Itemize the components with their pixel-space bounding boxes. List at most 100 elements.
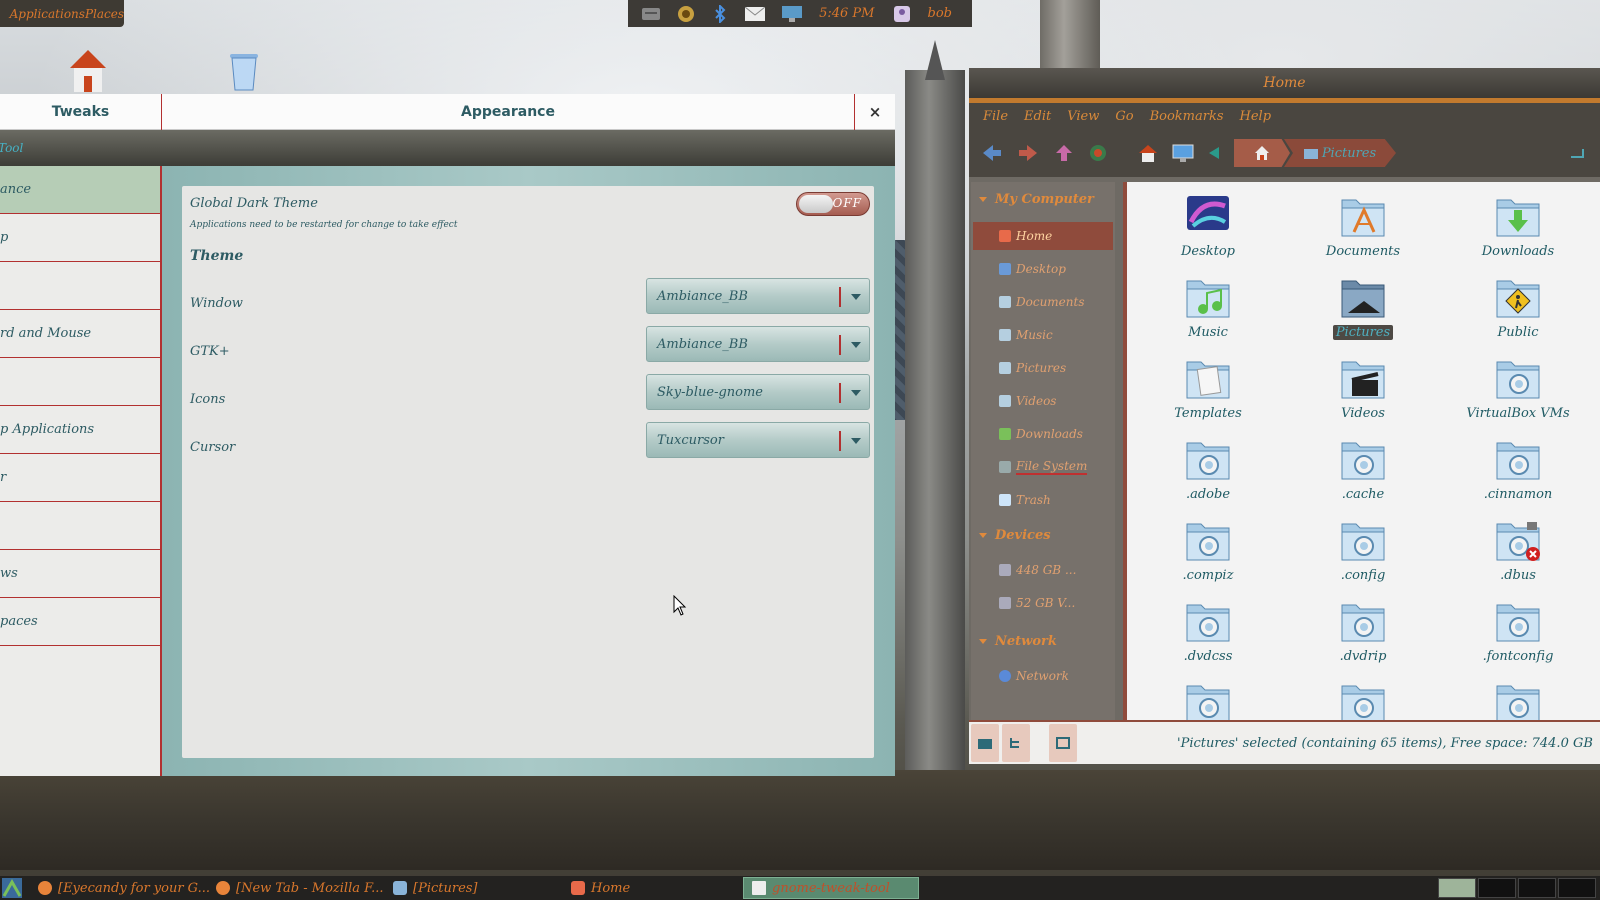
section-network[interactable]: Network [979,634,1057,649]
keyboard-icon[interactable] [642,5,660,23]
sidebar-item-appearance[interactable]: ance [0,166,160,214]
place-music[interactable]: Music [973,321,1113,349]
workspace-4[interactable] [1558,878,1596,898]
file-item[interactable] [1153,676,1263,720]
workspace-1[interactable] [1438,878,1476,898]
desktop-home-icon[interactable] [68,48,108,94]
show-tree-button[interactable] [1002,724,1030,762]
user-icon[interactable] [894,5,911,23]
place-pictures[interactable]: Pictures [973,354,1113,382]
window-theme-combo[interactable]: Ambiance_BB [646,278,870,314]
task-eyecandy[interactable]: [Eyecandy for your G... [38,878,210,898]
cursor-theme-combo[interactable]: Tuxcursor [646,422,870,458]
file-item[interactable]: .config [1308,514,1418,594]
path-toggle-icon[interactable] [1567,143,1589,163]
sound-icon[interactable] [677,5,695,23]
breadcrumb-home[interactable] [1234,139,1290,167]
file-item[interactable]: Public [1463,271,1573,351]
place-downloads[interactable]: Downloads [973,420,1113,448]
show-places-button[interactable] [971,724,999,762]
desktop-trash-icon[interactable] [226,48,262,92]
forward-icon[interactable] [1017,143,1039,163]
file-item[interactable]: Desktop [1153,190,1263,270]
menu-help[interactable]: Help [1240,109,1272,124]
place-home[interactable]: Home [973,222,1113,250]
file-item[interactable]: .dbus [1463,514,1573,594]
global-dark-theme-toggle[interactable]: OFF [796,192,870,216]
mail-icon[interactable] [745,5,766,23]
menu-launcher-icon[interactable] [2,878,22,898]
file-item[interactable] [1308,676,1418,720]
user-name[interactable]: bob [928,6,952,21]
file-item[interactable]: Templates [1153,352,1263,432]
home-icon[interactable] [1137,143,1159,163]
file-item[interactable]: .dvdcss [1153,595,1263,675]
back-icon[interactable] [981,143,1003,163]
place-documents[interactable]: Documents [973,288,1113,316]
file-item[interactable]: Videos [1308,352,1418,432]
applications-places-menu[interactable]: ApplicationsPlaces [0,0,124,27]
file-name: .compiz [1182,568,1234,583]
task-pictures[interactable]: [Pictures] [393,878,478,898]
workspace-3[interactable] [1518,878,1556,898]
toggle-knob [799,195,833,213]
place-device-52gb[interactable]: 52 GB V... [973,589,1113,617]
place-label: Downloads [1016,427,1083,441]
breadcrumb-pictures[interactable]: Pictures [1284,139,1396,167]
reload-icon[interactable] [1087,143,1109,163]
settings-folder-icon [1496,442,1540,480]
sidebar-item-extensions[interactable] [0,262,160,310]
close-button[interactable]: × [854,94,895,130]
menu-edit[interactable]: Edit [1024,109,1051,124]
menu-bookmarks[interactable]: Bookmarks [1150,109,1224,124]
file-item[interactable]: .cinnamon [1463,433,1573,513]
file-item[interactable]: Pictures [1308,271,1418,351]
sidebar-item-workspaces[interactable]: paces [0,598,160,646]
tweaks-content: Global Dark Theme Applications need to b… [162,166,895,776]
toggle-location-icon[interactable] [1205,143,1227,163]
place-file-system[interactable]: File System [973,453,1113,481]
sidebar-item-typing[interactable] [0,502,160,550]
computer-icon[interactable] [1172,143,1194,163]
section-my-computer[interactable]: My Computer [979,192,1094,207]
workspace-2[interactable] [1478,878,1516,898]
icons-theme-combo[interactable]: Sky-blue-gnome [646,374,870,410]
file-item[interactable]: .dvdrip [1308,595,1418,675]
clock[interactable]: 5:46 PM [819,6,874,21]
place-desktop[interactable]: Desktop [973,255,1113,283]
file-item[interactable] [1463,676,1573,720]
file-item[interactable]: .adobe [1153,433,1263,513]
sidebar-item-desktop[interactable]: p [0,214,160,262]
place-trash[interactable]: Trash [973,486,1113,514]
menu-file[interactable]: File [983,109,1008,124]
task-home[interactable]: Home [571,878,630,898]
file-item[interactable]: .compiz [1153,514,1263,594]
file-item[interactable]: .cache [1308,433,1418,513]
task-gnome-tweak-tool[interactable]: gnome-tweak-tool [743,877,919,899]
sidebar-item-windows[interactable]: ws [0,550,160,598]
file-item[interactable]: Downloads [1463,190,1573,270]
place-label: Pictures [1016,361,1067,375]
place-network[interactable]: Network [973,662,1113,690]
sidebar-item-keyboard-mouse[interactable]: rd and Mouse [0,310,160,358]
file-manager-titlebar[interactable]: Home [969,68,1600,98]
network-icon[interactable] [782,5,803,23]
sidebar-item-power[interactable] [0,358,160,406]
sidebar-item-top-bar[interactable]: r [0,454,160,502]
task-new-tab[interactable]: [New Tab - Mozilla F... [216,878,384,898]
hide-sidebar-button[interactable] [1049,724,1077,762]
section-devices[interactable]: Devices [979,528,1051,543]
file-item[interactable]: VirtualBox VMs [1463,352,1573,432]
file-item[interactable]: Music [1153,271,1263,351]
place-label: File System [1016,459,1088,475]
place-videos[interactable]: Videos [973,387,1113,415]
gtk-theme-combo[interactable]: Ambiance_BB [646,326,870,362]
sidebar-item-startup-applications[interactable]: p Applications [0,406,160,454]
up-icon[interactable] [1053,143,1075,163]
menu-view[interactable]: View [1067,109,1099,124]
menu-go[interactable]: Go [1115,109,1133,124]
file-item[interactable]: .fontconfig [1463,595,1573,675]
file-item[interactable]: Documents [1308,190,1418,270]
bluetooth-icon[interactable] [712,4,728,23]
place-device-448gb[interactable]: 448 GB ... [973,556,1113,584]
